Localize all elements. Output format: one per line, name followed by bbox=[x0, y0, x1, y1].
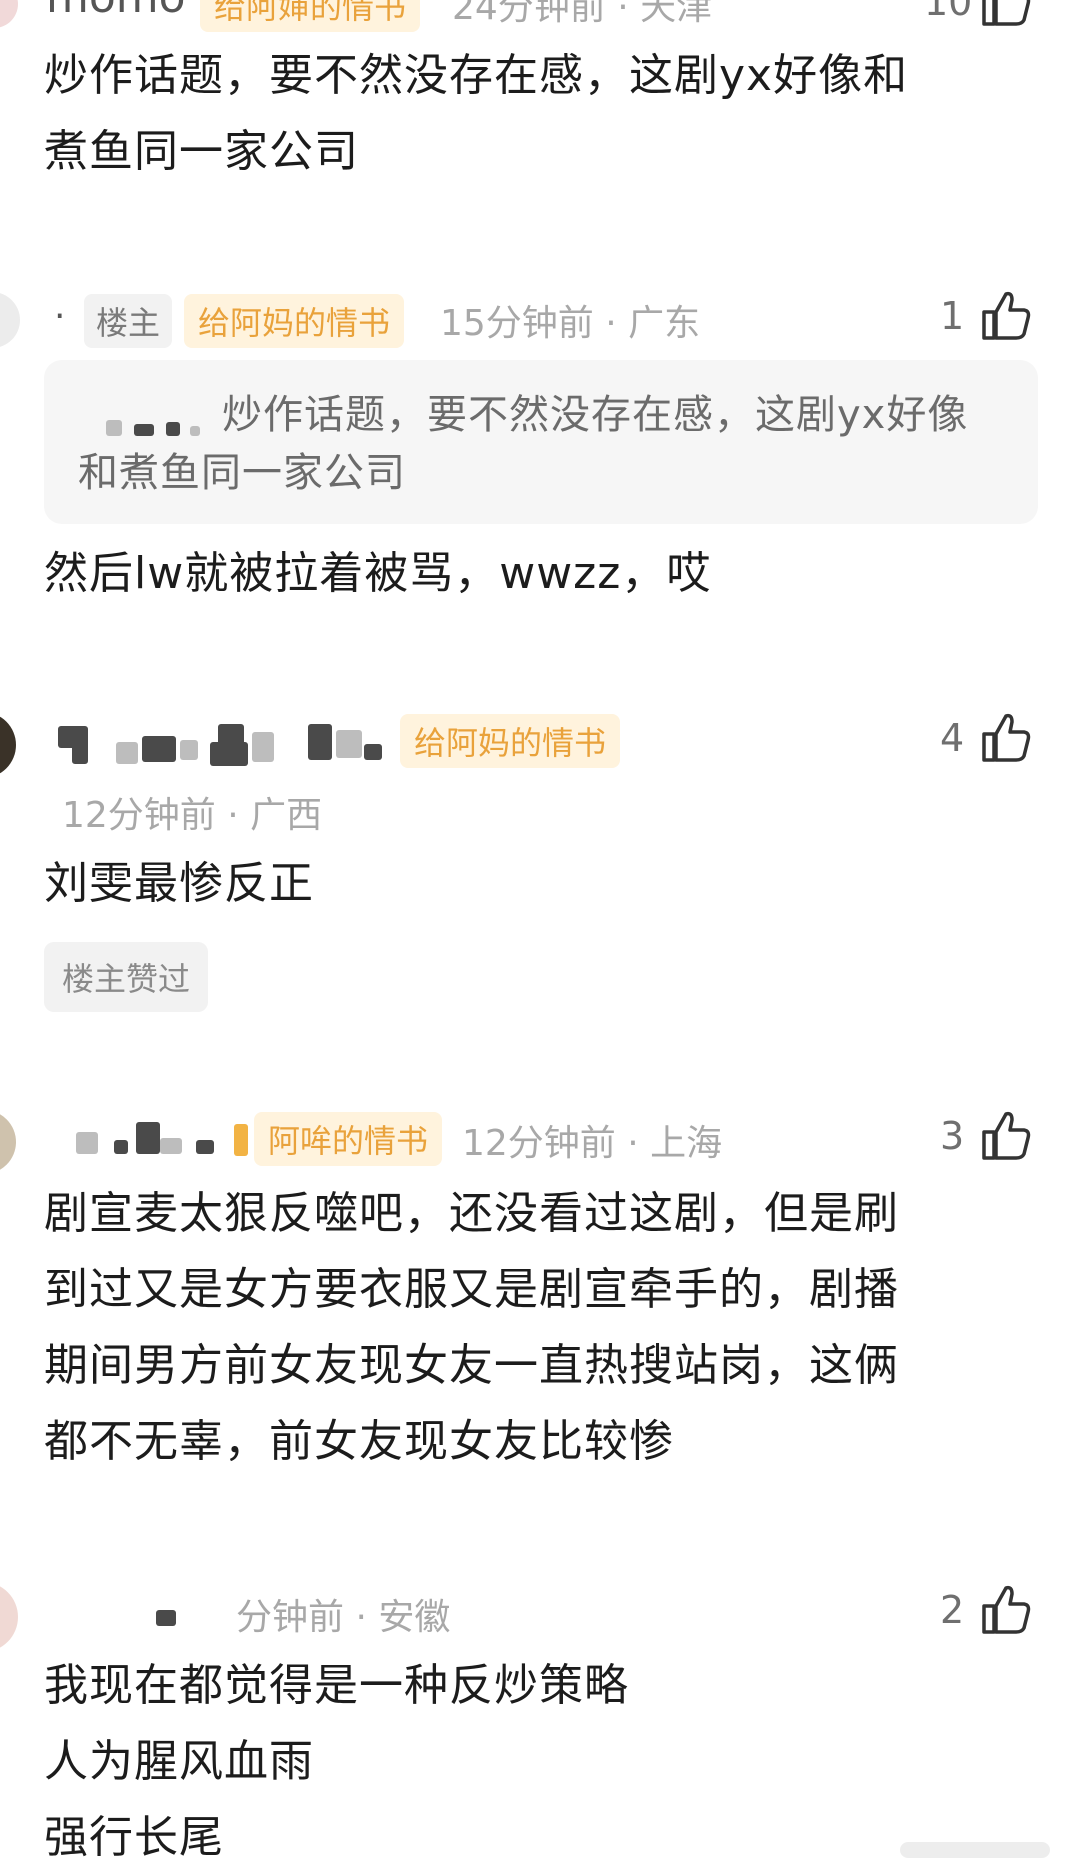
quoted-text: 炒作话题，要不然没存在感，这剧yx好像 bbox=[222, 392, 969, 438]
avatar[interactable] bbox=[0, 1110, 16, 1174]
comment-text: 刘雯最惨反正 bbox=[44, 858, 314, 909]
like-count: 2 bbox=[940, 1588, 965, 1632]
comment-time-location: 12分钟前 · 广西 bbox=[62, 795, 323, 836]
like-count: 4 bbox=[940, 716, 965, 760]
comment-text: 期间男方前女友现女友一直热搜站岗，这俩 bbox=[44, 1340, 899, 1391]
comment-text: 强行长尾 bbox=[44, 1812, 224, 1863]
fan-tag-badge: 给阿婶的情书 bbox=[200, 0, 421, 32]
username-redacted[interactable] bbox=[156, 1606, 176, 1626]
username[interactable]: momo bbox=[46, 0, 186, 23]
host-liked-badge: 楼主赞过 bbox=[44, 942, 209, 1012]
fan-tag-badge: 阿哞的情书 bbox=[254, 1112, 443, 1166]
quoted-text: 和煮鱼同一家公司 bbox=[78, 450, 406, 496]
comment-text: 到过又是女方要衣服又是剧宣牵手的，剧播 bbox=[44, 1264, 899, 1315]
avatar[interactable] bbox=[0, 712, 16, 778]
avatar[interactable] bbox=[0, 292, 20, 348]
comment-text: 我现在都觉得是一种反炒策略 bbox=[44, 1660, 629, 1711]
separator-dot: · bbox=[54, 296, 66, 337]
comment-text: 都不无辜，前女友现女友比较惨 bbox=[44, 1416, 674, 1467]
comment-time-location: 24分钟前 · 天津 bbox=[452, 0, 713, 28]
avatar[interactable] bbox=[0, 0, 18, 28]
quoted-username-redacted bbox=[106, 420, 202, 436]
comment-text: 然后lw就被拉着被骂，wwzz，哎 bbox=[44, 548, 712, 599]
thumbs-up-icon[interactable] bbox=[980, 1584, 1032, 1634]
comment-text: 煮鱼同一家公司 bbox=[44, 126, 359, 177]
like-count: 3 bbox=[940, 1114, 965, 1158]
thumbs-up-icon[interactable] bbox=[980, 0, 1032, 26]
fan-tag-badge: 给阿妈的情书 bbox=[184, 294, 405, 348]
comment-text: 炒作话题，要不然没存在感，这剧yx好像和 bbox=[44, 50, 909, 101]
like-count: 10 bbox=[924, 0, 973, 24]
host-badge: 楼主 bbox=[84, 294, 173, 348]
avatar[interactable] bbox=[0, 1582, 18, 1652]
fan-level-mark bbox=[234, 1124, 248, 1156]
watermark bbox=[900, 1836, 1070, 1862]
thumbs-up-icon[interactable] bbox=[980, 712, 1032, 762]
like-count: 1 bbox=[940, 294, 965, 338]
username-redacted[interactable] bbox=[76, 1118, 216, 1162]
comment-text: 剧宣麦太狠反噬吧，还没看过这剧，但是刷 bbox=[44, 1188, 899, 1239]
comment-text: 人为腥风血雨 bbox=[44, 1736, 314, 1787]
comment-time-location: 12分钟前 · 上海 bbox=[462, 1123, 723, 1164]
thumbs-up-icon[interactable] bbox=[980, 290, 1032, 340]
comment-time-location: 15分钟前 · 广东 bbox=[440, 303, 701, 344]
username-redacted[interactable] bbox=[58, 722, 390, 768]
comment-time-location: 分钟前 · 安徽 bbox=[236, 1597, 451, 1638]
fan-tag-badge: 给阿妈的情书 bbox=[400, 714, 621, 768]
thumbs-up-icon[interactable] bbox=[980, 1110, 1032, 1160]
